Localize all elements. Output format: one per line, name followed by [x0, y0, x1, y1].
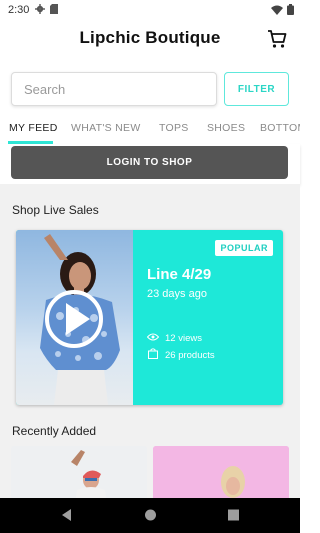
recent-item-image: [153, 446, 289, 498]
live-sale-card[interactable]: POPULAR Line 4/29 23 days ago 12 views 2…: [16, 230, 283, 405]
home-nav-icon[interactable]: [144, 508, 157, 527]
live-sale-thumbnail: [16, 230, 133, 405]
settings-icon: [35, 3, 46, 17]
battery-icon: [287, 4, 294, 18]
products-count: 26 products: [165, 349, 215, 361]
tab-shoes[interactable]: SHOES: [207, 122, 245, 134]
system-nav-bar: [0, 498, 300, 533]
tab-my-feed[interactable]: MY FEED: [9, 122, 58, 134]
status-time: 2:30: [8, 4, 30, 16]
recent-item-image: [11, 446, 147, 498]
status-bar: 2:30: [0, 0, 300, 20]
app-title: Lipchic Boutique: [79, 28, 221, 47]
popular-badge: POPULAR: [215, 240, 273, 256]
recent-item-card[interactable]: [153, 446, 289, 498]
play-icon[interactable]: [66, 303, 90, 335]
views-row: 12 views: [146, 333, 202, 344]
bag-icon: [147, 348, 165, 362]
tab-tops[interactable]: TOPS: [159, 122, 189, 134]
eye-icon: [146, 333, 165, 344]
views-count: 12 views: [165, 333, 202, 344]
feed-content: Shop Live Sales POPULAR Line 4/29 23 day…: [0, 184, 300, 498]
cart-icon[interactable]: [266, 28, 288, 50]
section-title-live-sales: Shop Live Sales: [12, 203, 99, 217]
recents-nav-icon[interactable]: [227, 508, 240, 527]
live-sale-title: Line 4/29: [147, 266, 212, 283]
search-input[interactable]: [11, 72, 217, 106]
login-to-shop-button[interactable]: LOGIN TO SHOP: [11, 146, 288, 179]
products-row: 26 products: [147, 348, 215, 362]
section-title-recently-added: Recently Added: [12, 424, 97, 438]
filter-button[interactable]: FILTER: [224, 72, 289, 106]
recent-grid: [0, 446, 300, 498]
live-sale-date: 23 days ago: [147, 288, 207, 300]
search-row: FILTER: [0, 60, 300, 114]
wifi-icon: [271, 5, 283, 18]
sd-card-icon: [50, 3, 59, 17]
recent-item-card[interactable]: [11, 446, 147, 498]
tab-bottoms[interactable]: BOTTOMS: [260, 122, 300, 134]
tab-whats-new[interactable]: WHAT'S NEW: [71, 122, 141, 134]
back-nav-icon[interactable]: [60, 508, 72, 527]
category-tabs: MY FEED WHAT'S NEW TOPS SHOES BOTTOMS: [0, 114, 300, 144]
app-header: Lipchic Boutique: [0, 20, 300, 60]
